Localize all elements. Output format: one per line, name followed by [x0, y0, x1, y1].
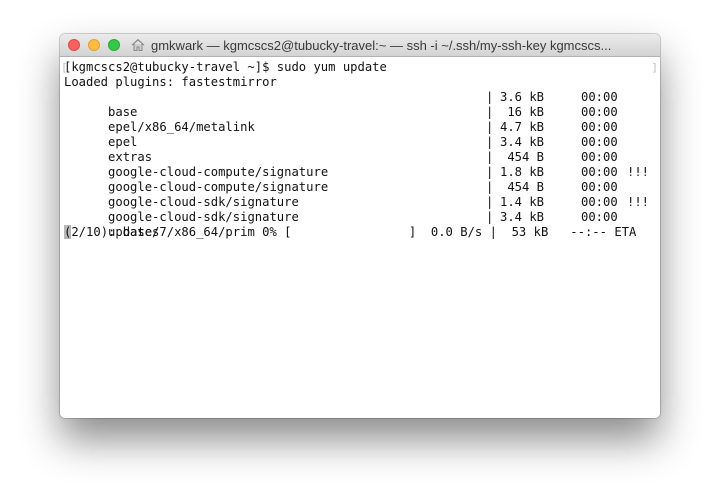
minimize-button[interactable] [88, 39, 100, 51]
repo-size: 3.6 kB [500, 90, 545, 104]
prompt-line: [kgmcscs2@tubucky-travel ~]$ sudo yum up… [64, 60, 387, 74]
repo-time: 00:00 [581, 195, 618, 209]
repo-separator: | [486, 195, 494, 209]
repo-line: epel/x86_64/metalink | 16 kB 00:00 [64, 105, 654, 134]
repo-size: 454 B [500, 150, 545, 164]
repo-time: 00:00 [581, 180, 618, 194]
repo-line: google-cloud-sdk/signature | 454 B 00:00 [64, 180, 654, 209]
close-button[interactable] [68, 39, 80, 51]
repo-line: base | 3.6 kB 00:00 [64, 90, 654, 119]
repo-separator: | [486, 150, 494, 164]
repo-time: 00:00 [581, 120, 618, 134]
repo-warning-flag: !!! [627, 165, 650, 179]
repo-size: 16 kB [500, 105, 545, 119]
repo-separator: | [486, 165, 494, 179]
repo-size: 3.4 kB [500, 210, 545, 224]
repo-line: extras | 3.4 kB 00:00 [64, 135, 654, 164]
repo-time: 00:00 [581, 135, 618, 149]
window-title: gmkwark — kgmcscs2@tubucky-travel:~ — ss… [151, 38, 612, 53]
repo-line: epel | 4.7 kB 00:00 [64, 120, 654, 149]
repo-size: 454 B [500, 180, 545, 194]
home-icon [131, 38, 145, 51]
terminal-output[interactable]: [ ] [kgmcscs2@tubucky-travel ~]$ sudo yu… [60, 57, 660, 418]
scroll-marker-right: ] [651, 61, 658, 74]
repo-separator: | [486, 135, 494, 149]
repo-separator: | [486, 180, 494, 194]
repo-time: 00:00 [581, 210, 618, 224]
maximize-button[interactable] [108, 39, 120, 51]
repo-line: updates | 3.4 kB 00:00 [64, 210, 654, 239]
repo-size: 4.7 kB [500, 120, 545, 134]
repo-warning-flag: !!! [627, 195, 650, 209]
repo-size: 3.4 kB [500, 135, 545, 149]
repo-line: google-cloud-compute/signature | 454 B 0… [64, 150, 654, 179]
repo-separator: | [486, 105, 494, 119]
terminal-window: gmkwark — kgmcscs2@tubucky-travel:~ — ss… [60, 34, 660, 418]
plugins-line: Loaded plugins: fastestmirror [64, 75, 277, 89]
repo-separator: | [486, 90, 494, 104]
repo-size: 1.8 kB [500, 165, 545, 179]
repo-line: google-cloud-sdk/signature | 1.4 kB 00:0… [64, 195, 654, 224]
repo-separator: | [486, 210, 494, 224]
repo-time: 00:00 [581, 150, 618, 164]
title-bar[interactable]: gmkwark — kgmcscs2@tubucky-travel:~ — ss… [60, 34, 660, 57]
repo-time: 00:00 [581, 165, 618, 179]
progress-text: 2/10): base/7/x86_64/prim 0% [ ] 0.0 B/s… [71, 225, 637, 239]
progress-line: (2/10): base/7/x86_64/prim 0% [ ] 0.0 B/… [64, 225, 636, 240]
repo-time: 00:00 [581, 90, 618, 104]
repo-size: 1.4 kB [500, 195, 545, 209]
repo-separator: | [486, 120, 494, 134]
repo-line: google-cloud-compute/signature | 1.8 kB … [64, 165, 654, 194]
repo-time: 00:00 [581, 105, 618, 119]
